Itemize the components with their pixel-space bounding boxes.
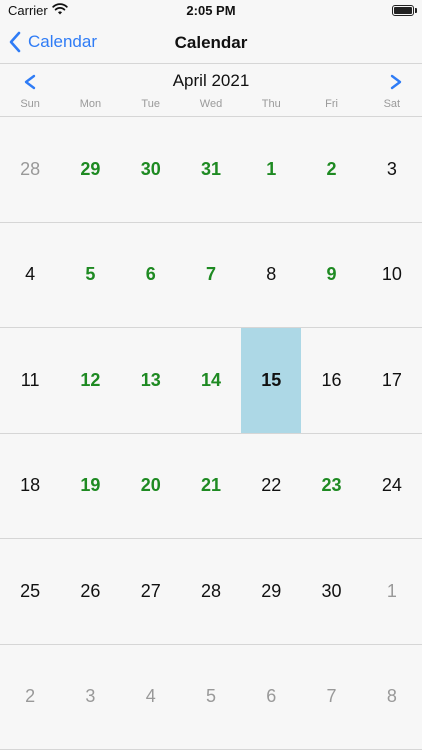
calendar-day[interactable]: 6: [120, 223, 181, 328]
calendar-day[interactable]: 4: [0, 223, 61, 328]
calendar-day[interactable]: 24: [361, 434, 422, 539]
calendar-day[interactable]: 9: [301, 223, 362, 328]
calendar-day[interactable]: 3: [60, 645, 121, 750]
calendar-day[interactable]: 28: [0, 117, 61, 223]
calendar-day[interactable]: 5: [180, 645, 242, 750]
weekday-label: Fri: [325, 98, 338, 110]
calendar-day[interactable]: 8: [241, 223, 302, 328]
calendar-day[interactable]: 21: [180, 434, 242, 539]
navigation-bar: Calendar Calendar: [0, 22, 422, 64]
calendar-day[interactable]: 26: [60, 539, 121, 645]
weekday-label: Thu: [261, 98, 281, 110]
calendar-grid: 28 29 30 31 1 2 3 4 5 6 7 8 9 10 11 12 13 14 15 16 17 18 19 20 2…: [0, 116, 422, 750]
calendar-day[interactable]: 14: [180, 328, 242, 434]
calendar-day[interactable]: 16: [301, 328, 362, 434]
calendar-day[interactable]: 30: [120, 117, 181, 223]
calendar-day[interactable]: 29: [60, 117, 121, 223]
weekday-label: Tue: [141, 98, 160, 110]
calendar-day[interactable]: 13: [120, 328, 181, 434]
month-header: April 2021: [0, 66, 422, 96]
calendar-day[interactable]: 19: [60, 434, 121, 539]
calendar-day[interactable]: 1: [241, 117, 302, 223]
calendar-day[interactable]: 7: [180, 223, 242, 328]
calendar-day[interactable]: 30: [301, 539, 362, 645]
calendar-day[interactable]: 22: [241, 434, 302, 539]
weekday-header-row: Sun Mon Tue Wed Thu Fri Sat: [0, 98, 422, 114]
calendar-day[interactable]: 12: [60, 328, 121, 434]
status-time: 2:05 PM: [186, 3, 236, 18]
calendar-day[interactable]: 4: [120, 645, 181, 750]
calendar-day[interactable]: 27: [120, 539, 181, 645]
calendar-day[interactable]: 3: [361, 117, 422, 223]
calendar-day[interactable]: 8: [361, 645, 422, 750]
calendar-day[interactable]: 25: [0, 539, 61, 645]
calendar-day[interactable]: 17: [361, 328, 422, 434]
chevron-right-icon: [390, 74, 402, 90]
page-title: Calendar: [174, 33, 248, 52]
battery-icon: [392, 5, 414, 16]
calendar-day[interactable]: 31: [180, 117, 242, 223]
calendar-day[interactable]: 2: [0, 645, 61, 750]
weekday-label: Mon: [79, 98, 102, 110]
battery-tip: [415, 8, 417, 13]
calendar-day[interactable]: 6: [241, 645, 302, 750]
calendar-day[interactable]: 11: [0, 328, 61, 434]
calendar-day[interactable]: 20: [120, 434, 181, 539]
calendar-day[interactable]: 2: [301, 117, 362, 223]
calendar-day[interactable]: 23: [301, 434, 362, 539]
weekday-label: Sun: [20, 98, 40, 110]
next-month-button[interactable]: [384, 70, 408, 96]
calendar-day[interactable]: 28: [180, 539, 242, 645]
status-bar: Carrier 2:05 PM: [0, 0, 422, 22]
calendar-day[interactable]: 29: [241, 539, 302, 645]
calendar-day-selected[interactable]: 15: [241, 328, 302, 434]
weekday-label: Wed: [199, 98, 223, 110]
calendar-day[interactable]: 5: [60, 223, 121, 328]
calendar-day[interactable]: 7: [301, 645, 362, 750]
calendar-day[interactable]: 10: [361, 223, 422, 328]
calendar-day[interactable]: 1: [361, 539, 422, 645]
calendar-day[interactable]: 18: [0, 434, 61, 539]
month-title: April 2021: [172, 71, 250, 90]
weekday-label: Sat: [383, 98, 401, 110]
